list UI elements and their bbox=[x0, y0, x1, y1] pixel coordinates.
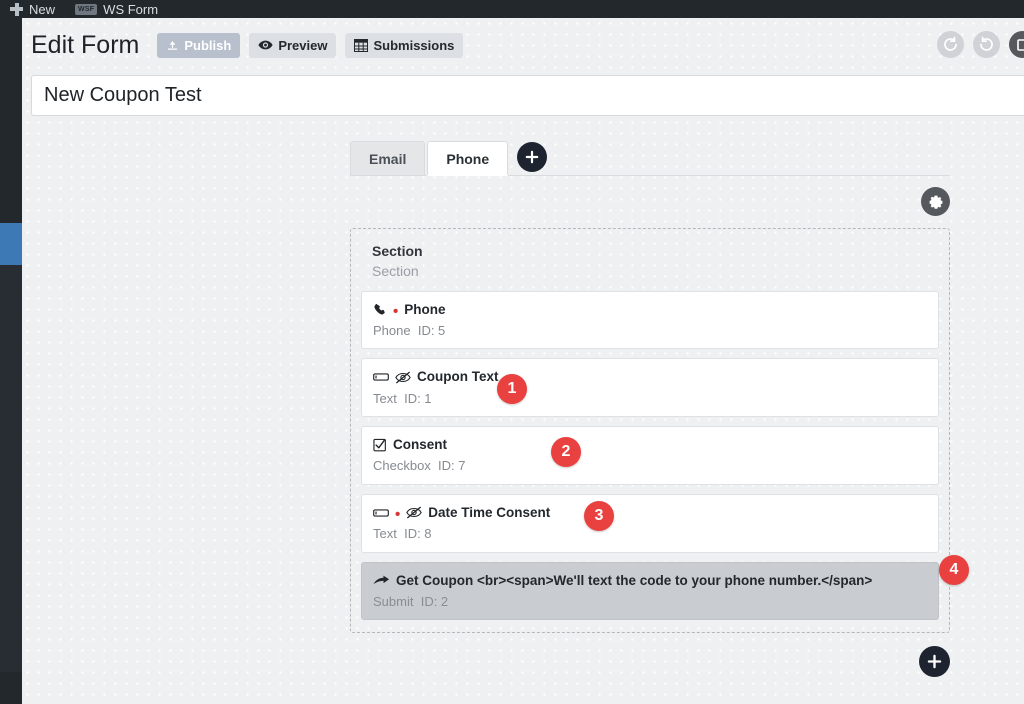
add-tab-button[interactable] bbox=[517, 142, 548, 172]
phone-icon bbox=[373, 303, 387, 317]
field-head: • Phone bbox=[373, 300, 927, 320]
tab-settings-row bbox=[350, 187, 950, 216]
field-meta: Text ID: 8 bbox=[373, 524, 927, 544]
section-container[interactable]: Section Section • Phone Phone ID: 5 Coup… bbox=[350, 228, 950, 634]
field-id: ID: 8 bbox=[404, 526, 432, 542]
tab-phone-label: Phone bbox=[446, 150, 490, 167]
redo-icon[interactable] bbox=[973, 31, 1000, 58]
table-icon bbox=[354, 38, 369, 52]
field-row-submit[interactable]: Get Coupon <br><span>We'll text the code… bbox=[361, 561, 939, 621]
callout-badge-1: 1 bbox=[497, 374, 527, 404]
tab-phone[interactable]: Phone bbox=[427, 141, 509, 175]
field-label: Consent bbox=[393, 437, 447, 453]
adminbar-wsform-label: WS Form bbox=[103, 1, 159, 17]
submissions-label: Submissions bbox=[373, 37, 455, 53]
adminbar-new-label: New bbox=[29, 1, 56, 17]
field-meta: Text ID: 1 bbox=[373, 389, 927, 409]
field-id: ID: 2 bbox=[420, 593, 449, 609]
plus-icon bbox=[10, 2, 23, 16]
field-row-phone[interactable]: • Phone Phone ID: 5 bbox=[361, 290, 939, 350]
add-section-button[interactable] bbox=[919, 646, 950, 678]
field-row-consent[interactable]: Consent Checkbox ID: 7 bbox=[361, 426, 939, 485]
field-label: Coupon Text bbox=[417, 369, 499, 385]
callout-number: 3 bbox=[594, 507, 604, 524]
form-title-input[interactable] bbox=[31, 75, 1024, 116]
form-editor-canvas: Edit Form Publish Preview Submissions Ne… bbox=[22, 18, 1024, 704]
callout-badge-4: 4 bbox=[939, 555, 969, 585]
field-meta: Phone ID: 5 bbox=[373, 321, 927, 341]
checkbox-icon bbox=[373, 438, 387, 452]
field-head: • Date Time Consent bbox=[373, 503, 927, 523]
publish-button[interactable]: Publish bbox=[157, 32, 241, 58]
publish-label: Publish bbox=[184, 37, 232, 53]
eye-slash-icon bbox=[395, 371, 411, 384]
submit-arrow-icon bbox=[373, 575, 390, 587]
text-field-icon bbox=[373, 371, 389, 383]
page-title: Edit Form bbox=[31, 30, 140, 59]
wp-admin-bar: New WSF WS Form bbox=[0, 0, 1024, 18]
sidebar-submenu-strip[interactable] bbox=[0, 265, 22, 672]
tab-email[interactable]: Email bbox=[350, 141, 426, 175]
gear-icon[interactable] bbox=[921, 187, 950, 216]
adminbar-new-item[interactable]: New bbox=[0, 0, 65, 18]
field-head: Coupon Text bbox=[373, 367, 927, 387]
submissions-button[interactable]: Submissions bbox=[345, 32, 464, 58]
field-row-date-time-consent[interactable]: • Date Time Consent Text ID: 8 bbox=[361, 493, 939, 553]
field-head: Get Coupon <br><span>We'll text the code… bbox=[373, 571, 927, 591]
eye-icon bbox=[258, 39, 273, 51]
publish-icon bbox=[166, 39, 179, 52]
editor-toolbar: Edit Form Publish Preview Submissions bbox=[22, 18, 1024, 72]
callout-number: 2 bbox=[561, 443, 571, 460]
field-label: Date Time Consent bbox=[428, 504, 551, 520]
eye-slash-icon bbox=[406, 506, 423, 519]
field-type: Submit bbox=[373, 593, 414, 609]
field-type: Text bbox=[373, 390, 397, 406]
sidebar-active-item[interactable] bbox=[0, 223, 22, 265]
field-row-coupon-text[interactable]: Coupon Text Text ID: 1 bbox=[361, 358, 939, 418]
preview-label: Preview bbox=[278, 37, 328, 53]
form-tab-strip: Email Phone bbox=[350, 140, 950, 176]
wp-admin-sidebar[interactable] bbox=[0, 18, 22, 704]
section-subtitle: Section bbox=[372, 263, 419, 280]
text-field-icon bbox=[373, 507, 389, 519]
field-meta: Submit ID: 2 bbox=[373, 592, 927, 612]
field-id: ID: 1 bbox=[404, 390, 432, 406]
section-title: Section bbox=[372, 243, 423, 259]
undo-icon[interactable] bbox=[937, 31, 964, 58]
field-id: ID: 7 bbox=[438, 458, 466, 474]
more-actions-button[interactable] bbox=[1009, 31, 1024, 58]
tab-email-label: Email bbox=[369, 150, 407, 167]
adminbar-wsform-item[interactable]: WSF WS Form bbox=[65, 0, 168, 18]
callout-badge-2: 2 bbox=[551, 437, 581, 467]
field-head: Consent bbox=[373, 435, 927, 455]
field-type: Text bbox=[373, 526, 397, 542]
field-label: Phone bbox=[404, 301, 446, 317]
preview-button[interactable]: Preview bbox=[249, 32, 337, 58]
field-label: Get Coupon <br><span>We'll text the code… bbox=[396, 572, 873, 588]
toolbar-right-actions bbox=[937, 31, 1024, 58]
field-type: Checkbox bbox=[373, 458, 431, 474]
callout-number: 4 bbox=[949, 561, 959, 578]
wsform-logo-icon: WSF bbox=[75, 3, 98, 15]
callout-number: 1 bbox=[507, 380, 517, 397]
callout-badge-3: 3 bbox=[584, 501, 614, 531]
field-meta: Checkbox ID: 7 bbox=[373, 456, 927, 476]
field-id: ID: 5 bbox=[417, 322, 446, 338]
field-type: Phone bbox=[373, 322, 411, 338]
add-section-row bbox=[350, 646, 950, 678]
form-title-area bbox=[22, 72, 1024, 116]
